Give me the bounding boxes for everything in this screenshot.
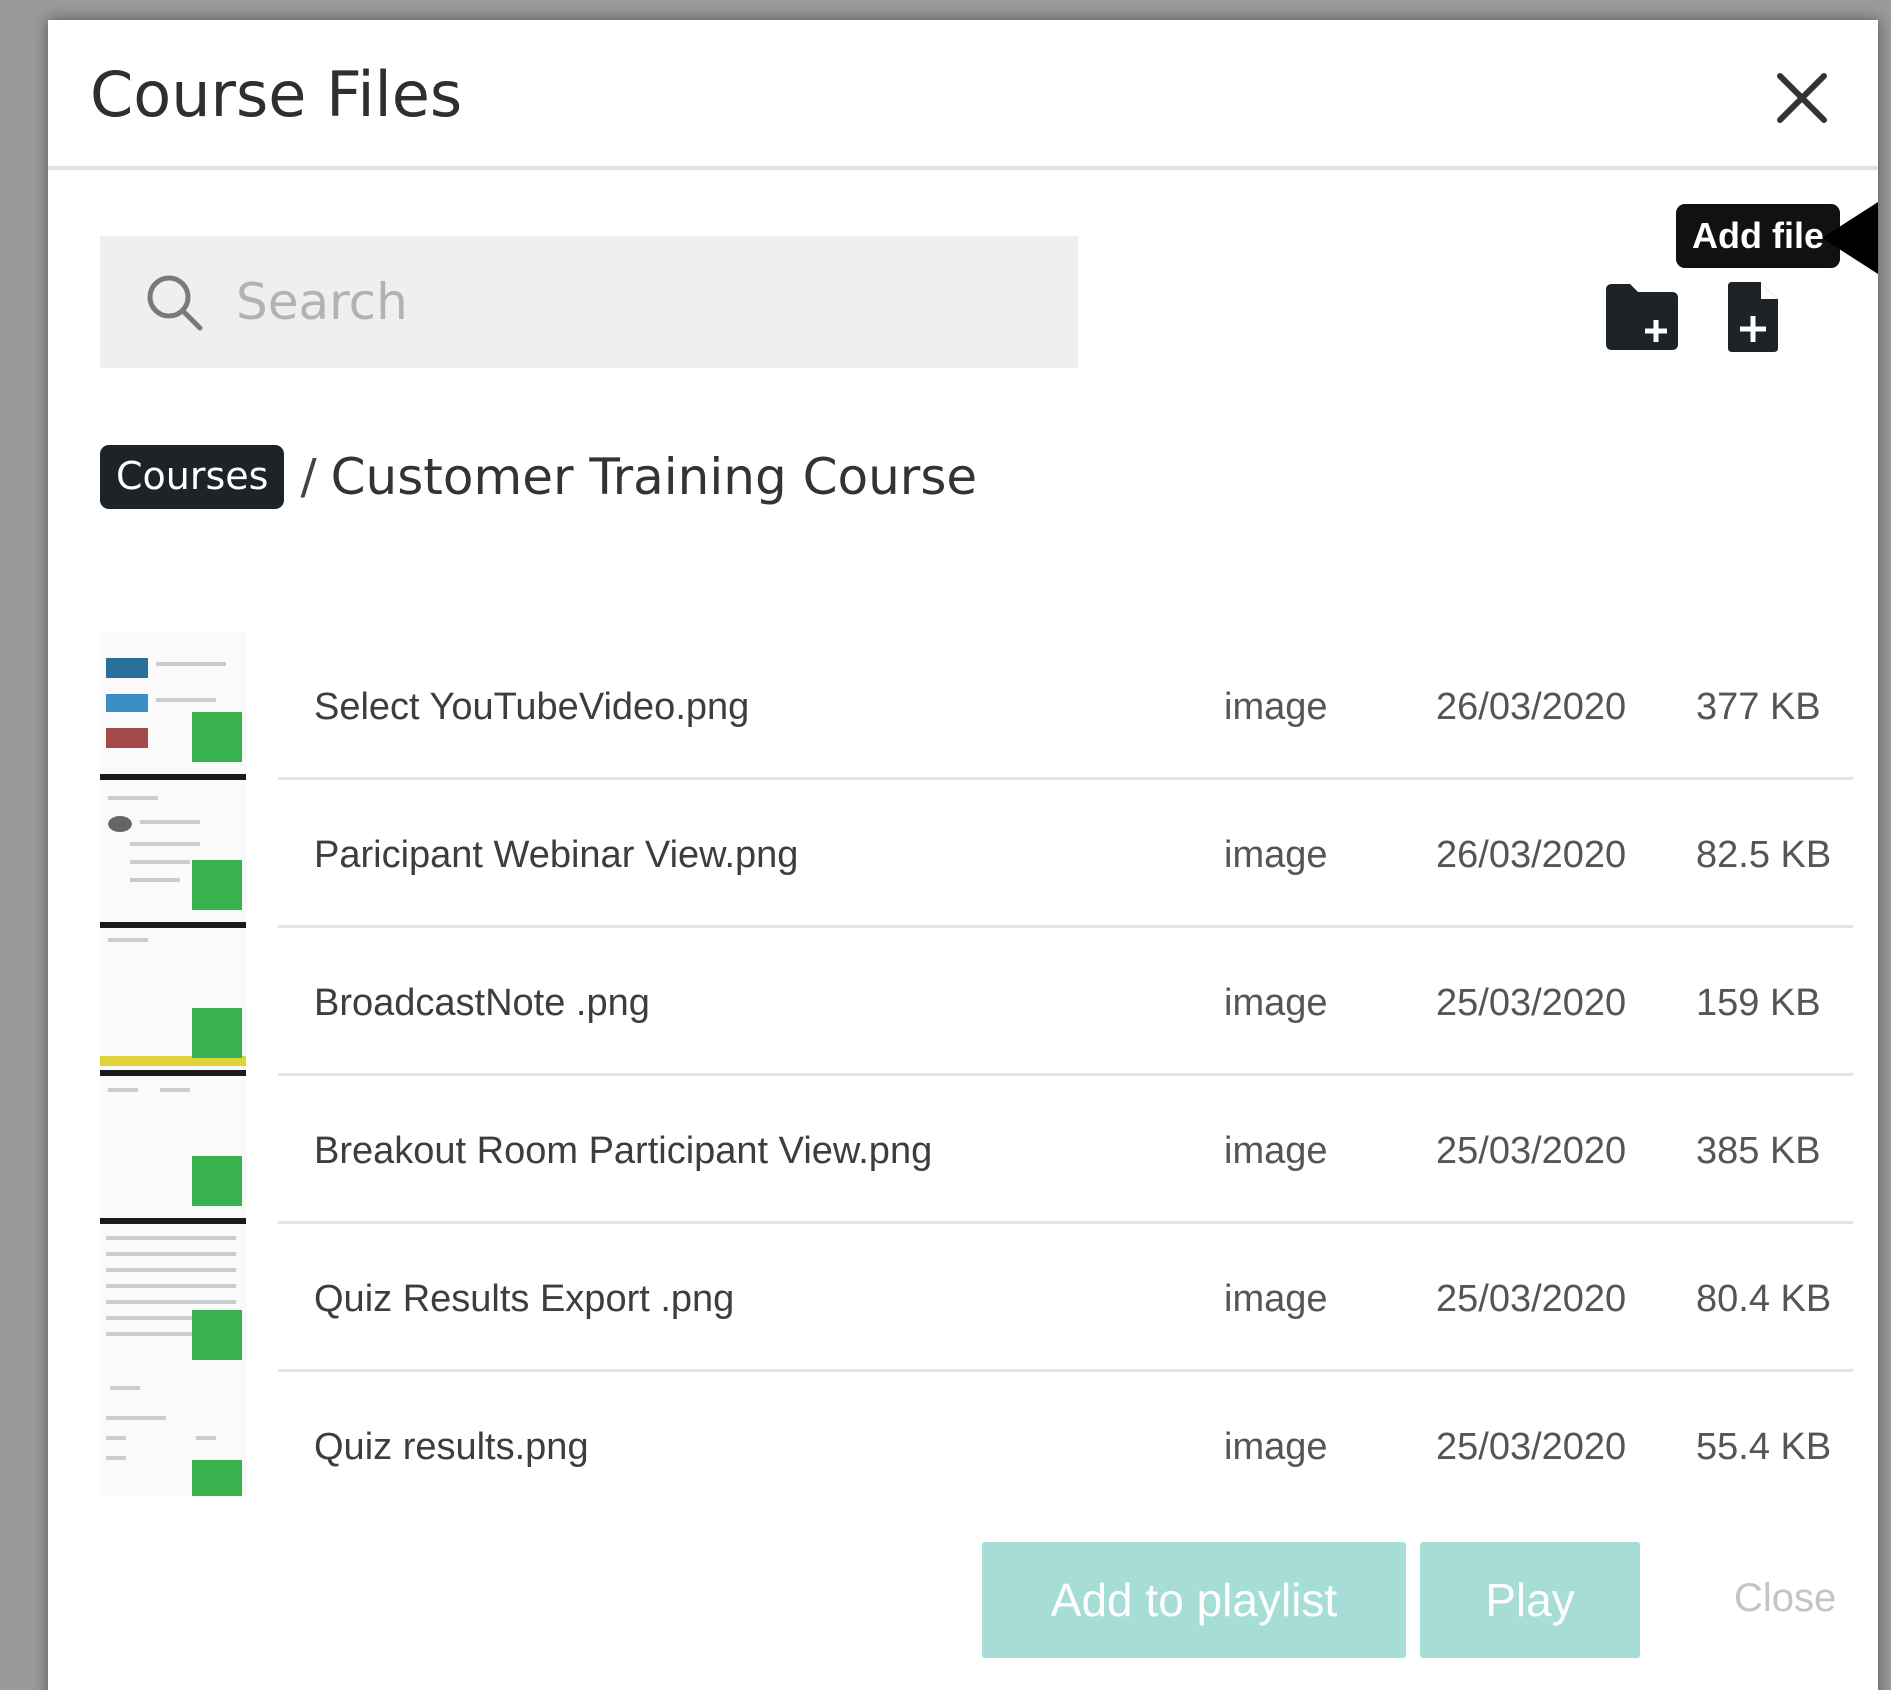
file-type: image — [1224, 686, 1328, 728]
file-size: 80.4 KB — [1696, 1278, 1832, 1320]
close-button[interactable]: Close — [1734, 1576, 1836, 1621]
dialog-title: Course Files — [90, 58, 463, 131]
close-icon[interactable] — [1766, 62, 1838, 134]
image-icon — [192, 712, 242, 762]
file-thumbnail — [100, 632, 246, 780]
search-box — [100, 236, 1078, 368]
file-row[interactable]: Select YouTubeVideo.png image 26/03/2020… — [100, 632, 1853, 780]
file-row[interactable]: Quiz results.png image 25/03/2020 55.4 K… — [100, 1372, 1853, 1520]
file-name: BroadcastNote .png — [314, 982, 650, 1024]
image-icon — [192, 1460, 242, 1496]
file-date: 25/03/2020 — [1436, 1130, 1627, 1172]
file-name: Quiz results.png — [314, 1426, 589, 1468]
search-input[interactable] — [236, 236, 1036, 368]
breadcrumb-courses[interactable]: Courses — [100, 445, 285, 509]
file-date: 25/03/2020 — [1436, 1278, 1627, 1320]
file-name: Select YouTubeVideo.png — [314, 686, 750, 728]
file-row[interactable]: Paricipant Webinar View.png image 26/03/… — [100, 780, 1853, 928]
file-thumbnail — [100, 780, 246, 928]
file-date: 26/03/2020 — [1436, 834, 1627, 876]
tooltip-pointer-arrow — [1822, 202, 1878, 274]
image-icon — [192, 860, 242, 910]
file-plus-icon[interactable] — [1724, 280, 1782, 354]
course-files-dialog: Course Files Add file — [48, 20, 1878, 1690]
file-name: Breakout Room Participant View.png — [314, 1130, 933, 1172]
file-thumbnail — [100, 1372, 246, 1496]
folder-plus-icon[interactable] — [1602, 282, 1680, 352]
play-button[interactable]: Play — [1420, 1542, 1640, 1658]
file-name: Paricipant Webinar View.png — [314, 834, 799, 876]
file-date: 25/03/2020 — [1436, 1426, 1627, 1468]
breadcrumb: Courses / Customer Training Course — [100, 444, 977, 510]
image-icon — [192, 1156, 242, 1206]
image-icon — [192, 1008, 242, 1058]
dialog-header: Course Files — [48, 20, 1878, 170]
file-date: 25/03/2020 — [1436, 982, 1627, 1024]
image-icon — [192, 1310, 242, 1360]
file-size: 55.4 KB — [1696, 1426, 1832, 1468]
file-size: 377 KB — [1696, 686, 1821, 728]
file-type: image — [1224, 834, 1328, 876]
file-date: 26/03/2020 — [1436, 686, 1627, 728]
file-size: 159 KB — [1696, 982, 1821, 1024]
file-thumbnail — [100, 1076, 246, 1224]
file-thumbnail — [100, 928, 246, 1076]
file-type: image — [1224, 982, 1328, 1024]
file-thumbnail — [100, 1224, 246, 1372]
file-type: image — [1224, 1278, 1328, 1320]
file-type: image — [1224, 1130, 1328, 1172]
file-name: Quiz Results Export .png — [314, 1278, 735, 1320]
file-size: 385 KB — [1696, 1130, 1821, 1172]
breadcrumb-current: Customer Training Course — [330, 448, 978, 506]
breadcrumb-separator: / — [300, 449, 317, 505]
file-type: image — [1224, 1426, 1328, 1468]
file-row[interactable]: Breakout Room Participant View.png image… — [100, 1076, 1853, 1224]
file-row[interactable]: BroadcastNote .png image 25/03/2020 159 … — [100, 928, 1853, 1076]
search-icon — [144, 272, 204, 332]
add-to-playlist-button[interactable]: Add to playlist — [982, 1542, 1406, 1658]
add-file-tooltip: Add file — [1676, 204, 1840, 268]
file-row[interactable]: Quiz Results Export .png image 25/03/202… — [100, 1224, 1853, 1372]
file-size: 82.5 KB — [1696, 834, 1832, 876]
file-list: Select YouTubeVideo.png image 26/03/2020… — [100, 632, 1853, 1520]
